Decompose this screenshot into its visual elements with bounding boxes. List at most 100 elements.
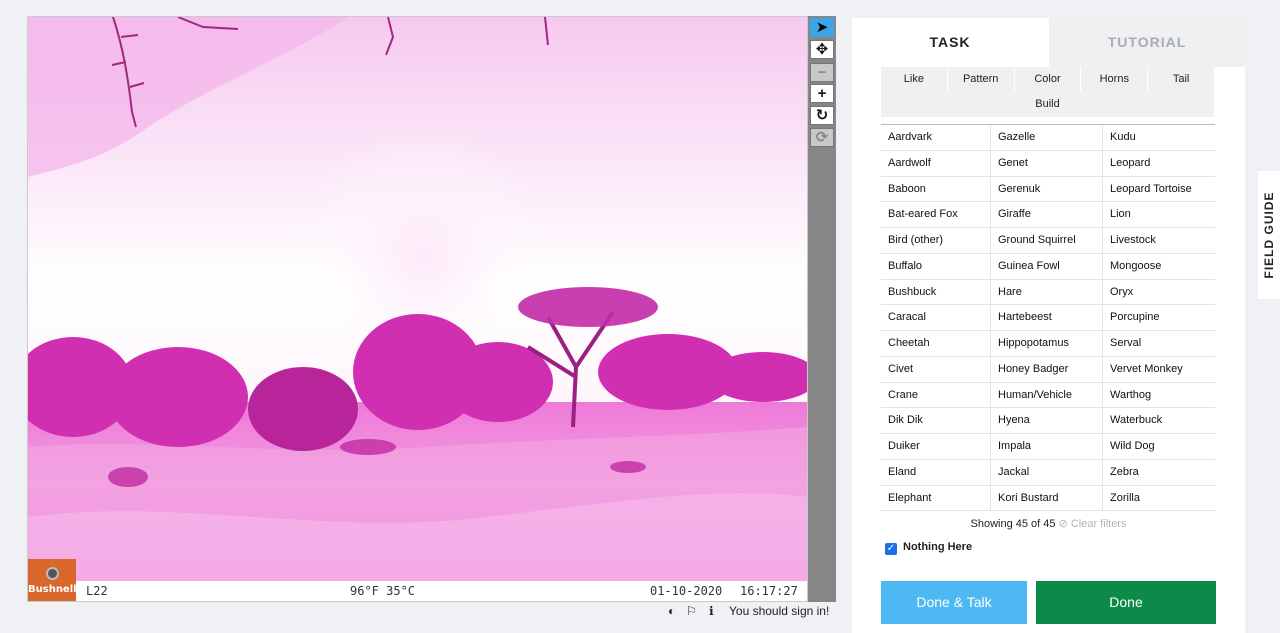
species-choice-kudu[interactable]: Kudu — [1103, 125, 1215, 151]
plus-icon[interactable]: + — [810, 84, 834, 103]
species-choice-caracal[interactable]: Caracal — [881, 305, 991, 331]
species-choice-lion[interactable]: Lion — [1103, 202, 1215, 228]
viewer-toolbar: ➤ ✥ − + ↻ ⟳ — [808, 16, 836, 602]
species-row: Buffalo Guinea Fowl Mongoose — [881, 253, 1215, 280]
bushnell-logo: Bushnell — [28, 559, 77, 601]
move-arrows-icon[interactable]: ✥ — [810, 40, 834, 59]
species-choice-civet[interactable]: Civet — [881, 356, 991, 383]
species-row: Baboon Gerenuk Leopard Tortoise — [881, 176, 1215, 203]
species-choice-gerenuk[interactable]: Gerenuk — [991, 176, 1103, 203]
species-choice-aardvark[interactable]: Aardvark — [881, 125, 991, 151]
species-choice-warthog[interactable]: Warthog — [1103, 383, 1215, 409]
species-choice-porcupine[interactable]: Porcupine — [1103, 305, 1215, 331]
task-panel: TASK TUTORIAL Like Pattern Color Horns Tail … — [852, 18, 1245, 633]
species-choice-duiker[interactable]: Duiker — [881, 434, 991, 460]
field-guide-tab[interactable]: FIELD GUIDE — [1258, 171, 1280, 299]
pointer-arrow-icon[interactable]: ➤ — [810, 18, 834, 37]
species-choice-hippopotamus[interactable]: Hippopotamus — [991, 331, 1103, 357]
species-choice-ground-squirrel[interactable]: Ground Squirrel — [991, 228, 1103, 254]
species-row: Caracal Hartebeest Porcupine — [881, 305, 1215, 331]
species-row: Elephant Kori Bustard Zorilla — [881, 485, 1215, 512]
temperature-readout: 96°F 35°C — [350, 584, 416, 598]
species-choice-aardwolf[interactable]: Aardwolf — [881, 150, 991, 177]
minus-icon[interactable]: − — [810, 63, 834, 82]
species-choice-hyena[interactable]: Hyena — [991, 408, 1103, 434]
species-choice-giraffe[interactable]: Giraffe — [991, 202, 1103, 228]
species-choice-wild-dog[interactable]: Wild Dog — [1103, 434, 1215, 460]
species-row: Bushbuck Hare Oryx — [881, 279, 1215, 306]
species-choice-human-vehicle[interactable]: Human/Vehicle — [991, 382, 1103, 409]
capture-date: 01-10-2020 — [650, 584, 723, 598]
filter-color[interactable]: Color — [1014, 67, 1082, 92]
species-choice-eland[interactable]: Eland — [881, 459, 991, 486]
species-choice-honey-badger[interactable]: Honey Badger — [991, 356, 1103, 383]
species-choice-guinea-fowl[interactable]: Guinea Fowl — [991, 253, 1103, 280]
species-row: Aardwolf Genet Leopard — [881, 150, 1215, 177]
species-grid: Aardvark Gazelle Kudu Aardwolf Genet Leopard B… — [881, 124, 1215, 512]
species-choice-bird-other-[interactable]: Bird (other) — [881, 228, 991, 254]
reset-icon[interactable]: ⟳ — [810, 128, 834, 147]
filter-horns[interactable]: Horns — [1081, 67, 1149, 92]
subject-image-viewer[interactable]: L22 96°F 35°C 01-10-2020 16:17:27 Bushne… — [27, 16, 808, 602]
species-row: Duiker Impala Wild Dog — [881, 434, 1215, 460]
species-choice-serval[interactable]: Serval — [1103, 331, 1215, 357]
species-choice-impala[interactable]: Impala — [991, 434, 1103, 460]
nothing-here-label: Nothing Here — [903, 541, 973, 553]
tab-tutorial[interactable]: TUTORIAL — [1049, 18, 1245, 67]
species-choice-crane[interactable]: Crane — [881, 382, 991, 409]
species-row: Crane Human/Vehicle Warthog — [881, 382, 1215, 409]
invert-icon[interactable]: ◐ — [668, 604, 675, 618]
species-choice-vervet-monkey[interactable]: Vervet Monkey — [1103, 357, 1215, 383]
species-choice-zorilla[interactable]: Zorilla — [1103, 486, 1215, 512]
species-choice-elephant[interactable]: Elephant — [881, 485, 991, 512]
species-filters: Like Pattern Color Horns Tail Build — [881, 67, 1215, 117]
filter-pattern[interactable]: Pattern — [947, 67, 1015, 92]
species-row: Cheetah Hippopotamus Serval — [881, 331, 1215, 357]
checkbox-checked-icon[interactable]: ✓ — [885, 543, 897, 555]
species-choice-buffalo[interactable]: Buffalo — [881, 253, 991, 280]
species-choice-oryx[interactable]: Oryx — [1103, 280, 1215, 306]
species-choice-baboon[interactable]: Baboon — [881, 176, 991, 203]
species-choice-jackal[interactable]: Jackal — [991, 459, 1103, 486]
species-choice-hartebeest[interactable]: Hartebeest — [991, 305, 1103, 331]
species-choice-waterbuck[interactable]: Waterbuck — [1103, 408, 1215, 434]
species-row: Eland Jackal Zebra — [881, 459, 1215, 486]
species-choice-leopard-tortoise[interactable]: Leopard Tortoise — [1103, 177, 1215, 203]
species-choice-cheetah[interactable]: Cheetah — [881, 331, 991, 357]
sign-in-notice[interactable]: You should sign in! — [729, 604, 829, 618]
filter-build[interactable]: Build — [881, 92, 1215, 117]
filter-tail[interactable]: Tail — [1148, 67, 1215, 92]
species-row: Bat-eared Fox Giraffe Lion — [881, 202, 1215, 228]
species-choice-kori-bustard[interactable]: Kori Bustard — [991, 485, 1103, 512]
species-choice-bushbuck[interactable]: Bushbuck — [881, 279, 991, 306]
nothing-here-checkbox[interactable]: ✓ Nothing Here — [885, 541, 972, 555]
species-choice-genet[interactable]: Genet — [991, 150, 1103, 177]
species-choice-bat-eared-fox[interactable]: Bat-eared Fox — [881, 202, 991, 228]
camera-trap-image — [28, 17, 807, 601]
species-choice-dik-dik[interactable]: Dik Dik — [881, 408, 991, 434]
species-row: Bird (other) Ground Squirrel Livestock — [881, 228, 1215, 254]
species-choice-mongoose[interactable]: Mongoose — [1103, 254, 1215, 280]
clear-filters-button[interactable]: ⊘ Clear filters — [1059, 518, 1127, 530]
camera-info-strip: L22 96°F 35°C 01-10-2020 16:17:27 — [28, 581, 807, 601]
species-row: Aardvark Gazelle Kudu — [881, 125, 1215, 151]
field-guide-label: FIELD GUIDE — [1262, 191, 1276, 279]
species-choice-gazelle[interactable]: Gazelle — [991, 125, 1103, 151]
species-choice-livestock[interactable]: Livestock — [1103, 228, 1215, 254]
info-icon[interactable]: ℹ — [709, 604, 714, 618]
camera-lens-icon — [46, 567, 59, 580]
capture-time: 16:17:27 — [740, 584, 798, 598]
done-button[interactable]: Done — [1036, 581, 1216, 624]
species-row: Dik Dik Hyena Waterbuck — [881, 408, 1215, 434]
tab-task[interactable]: TASK — [852, 18, 1048, 67]
flag-icon[interactable]: ⚐ — [686, 604, 697, 618]
species-choice-zebra[interactable]: Zebra — [1103, 460, 1215, 486]
showing-text: Showing 45 of 45 — [970, 518, 1056, 530]
done-and-talk-button[interactable]: Done & Talk — [881, 581, 1027, 624]
rotate-icon[interactable]: ↻ — [810, 106, 834, 125]
filter-like[interactable]: Like — [881, 67, 948, 92]
showing-count: Showing 45 of 45 ⊘ Clear filters — [852, 517, 1245, 530]
species-row: Civet Honey Badger Vervet Monkey — [881, 356, 1215, 383]
species-choice-hare[interactable]: Hare — [991, 279, 1103, 306]
species-choice-leopard[interactable]: Leopard — [1103, 151, 1215, 177]
